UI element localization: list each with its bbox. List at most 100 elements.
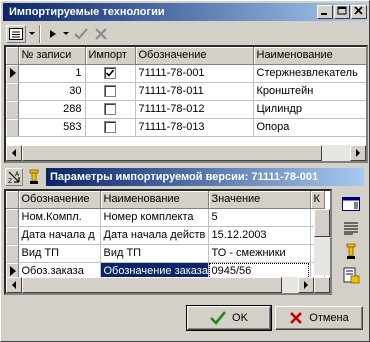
table-row[interactable]: 583 71111-78-013 Опора (6, 118, 366, 137)
table-row[interactable]: Дата начала д Дата начала действ 15.12.2… (6, 226, 325, 245)
params-section-bar: ZA Параметры импортируемой версии: 71111… (4, 166, 366, 188)
params-horizontal-scrollbar[interactable] (6, 277, 330, 293)
current-row-indicator (6, 64, 19, 83)
column-header-param-name[interactable]: Наименование (100, 191, 209, 209)
table-row[interactable]: Вид ТП Вид ТП ТО - смежники (6, 244, 325, 263)
filter-icon (29, 169, 39, 184)
window-view-button[interactable] (339, 193, 363, 215)
scroll-thumb[interactable] (22, 277, 282, 293)
window-titlebar[interactable]: Импортируемые технологии (3, 3, 367, 21)
import-technologies-window: Импортируемые технологии № записи Импорт… (0, 0, 370, 342)
code-cell[interactable]: 71111-78-013 (135, 118, 254, 137)
toolbar (4, 24, 368, 44)
column-header-name[interactable]: Наименование (253, 47, 366, 65)
table-row[interactable]: 30 71111-78-011 Кронштейн (6, 82, 366, 101)
vertical-scroll-thumb[interactable] (314, 209, 330, 237)
current-row-arrow-icon (10, 68, 16, 79)
import-cell[interactable] (85, 100, 136, 119)
name-cell[interactable]: Цилиндр (253, 100, 366, 119)
scroll-thumb[interactable] (22, 145, 322, 161)
row-indicator (6, 244, 19, 263)
apply-button[interactable] (72, 25, 90, 43)
record-number-cell[interactable]: 288 (18, 100, 86, 119)
sort-button[interactable]: ZA (5, 168, 23, 186)
chevron-down-icon (63, 32, 69, 35)
checkmark-icon (74, 28, 88, 40)
import-checkbox[interactable] (104, 67, 116, 80)
list-view-button[interactable] (339, 217, 363, 239)
table-row[interactable]: Ном.Компл. Номер комплекта 5 (6, 208, 325, 227)
arrow-left-icon (12, 149, 16, 157)
param-name-cell[interactable]: Вид ТП (100, 244, 209, 263)
list-menu-button[interactable] (6, 25, 26, 43)
param-code-cell[interactable]: Дата начала д (18, 226, 101, 245)
technologies-grid: № записи Импорт Обозначение Наименование… (4, 45, 368, 163)
list-menu-dropdown[interactable] (28, 25, 36, 43)
row-indicator (6, 82, 19, 101)
ok-button-label: OK (232, 312, 248, 324)
code-cell[interactable]: 71111-78-011 (135, 82, 254, 101)
row-indicator-header (6, 191, 19, 209)
column-header-param-value[interactable]: Значение (208, 191, 311, 209)
maximize-button[interactable] (334, 5, 350, 19)
import-checkbox[interactable] (104, 121, 116, 134)
param-code-cell[interactable]: Ном.Компл. (18, 208, 101, 227)
scroll-right-button[interactable] (350, 145, 366, 161)
window-icon (342, 197, 360, 211)
param-value-cell[interactable]: 5 (208, 208, 311, 227)
import-cell[interactable] (85, 82, 136, 101)
sort-icon: ZA (8, 171, 20, 184)
top-grid-horizontal-scrollbar[interactable] (6, 145, 366, 161)
name-cell[interactable]: Стержнезвлекатель (253, 64, 366, 83)
minimize-button[interactable] (317, 5, 333, 19)
record-number-cell[interactable]: 1 (18, 64, 86, 83)
side-filter-button[interactable] (339, 241, 363, 263)
import-checkbox[interactable] (104, 103, 116, 116)
row-indicator (6, 118, 19, 137)
current-row-arrow-icon (10, 266, 16, 277)
column-header-param-extra[interactable]: К (310, 191, 325, 209)
name-cell[interactable]: Опора (253, 118, 366, 137)
play-icon (50, 30, 56, 38)
param-name-cell[interactable]: Номер комплекта (100, 208, 209, 227)
param-code-cell[interactable]: Вид ТП (18, 244, 101, 263)
name-cell[interactable]: Кронштейн (253, 82, 366, 101)
param-name-cell[interactable]: Дата начала действ (100, 226, 209, 245)
column-header-record-number[interactable]: № записи (18, 47, 86, 65)
svg-text:Z: Z (8, 178, 12, 184)
column-header-code[interactable]: Обозначение (135, 47, 254, 65)
param-value-cell[interactable]: ТО - смежники (208, 244, 311, 263)
scroll-left-button[interactable] (6, 277, 22, 293)
code-cell[interactable]: 71111-78-012 (135, 100, 254, 119)
params-section-title: Параметры импортируемой версии: 71111-78… (46, 168, 364, 186)
import-checkbox[interactable] (104, 85, 116, 98)
scroll-right-button[interactable] (298, 277, 314, 293)
document-lock-button[interactable] (339, 265, 363, 287)
import-cell[interactable] (85, 64, 136, 83)
discard-button[interactable] (92, 25, 110, 43)
table-row[interactable]: 288 71111-78-012 Цилиндр (6, 100, 366, 119)
table-row[interactable]: 1 71111-78-001 Стержнезвлекатель (6, 64, 366, 83)
filter-icon (346, 243, 356, 259)
column-header-param-code[interactable]: Обозначение (18, 191, 101, 209)
code-cell[interactable]: 71111-78-001 (135, 64, 254, 83)
import-cell[interactable] (85, 118, 136, 137)
arrow-left-icon (12, 281, 16, 289)
filter-button[interactable] (25, 168, 43, 186)
param-value-cell[interactable]: 15.12.2003 (208, 226, 311, 245)
cancel-button[interactable]: Отмена (275, 306, 363, 330)
x-icon (290, 312, 303, 324)
scroll-left-button[interactable] (6, 145, 22, 161)
record-number-cell[interactable]: 30 (18, 82, 86, 101)
ok-button[interactable]: OK (186, 305, 272, 331)
column-header-import[interactable]: Импорт (85, 47, 136, 65)
cancel-button-label: Отмена (309, 312, 349, 324)
params-vertical-scrollbar[interactable] (314, 209, 330, 275)
close-button[interactable] (351, 5, 367, 19)
close-icon (354, 6, 363, 15)
row-indicator-header (6, 47, 19, 65)
run-button[interactable] (44, 25, 62, 43)
run-dropdown[interactable] (62, 25, 70, 43)
record-number-cell[interactable]: 583 (18, 118, 86, 137)
document-lock-icon (343, 267, 360, 284)
